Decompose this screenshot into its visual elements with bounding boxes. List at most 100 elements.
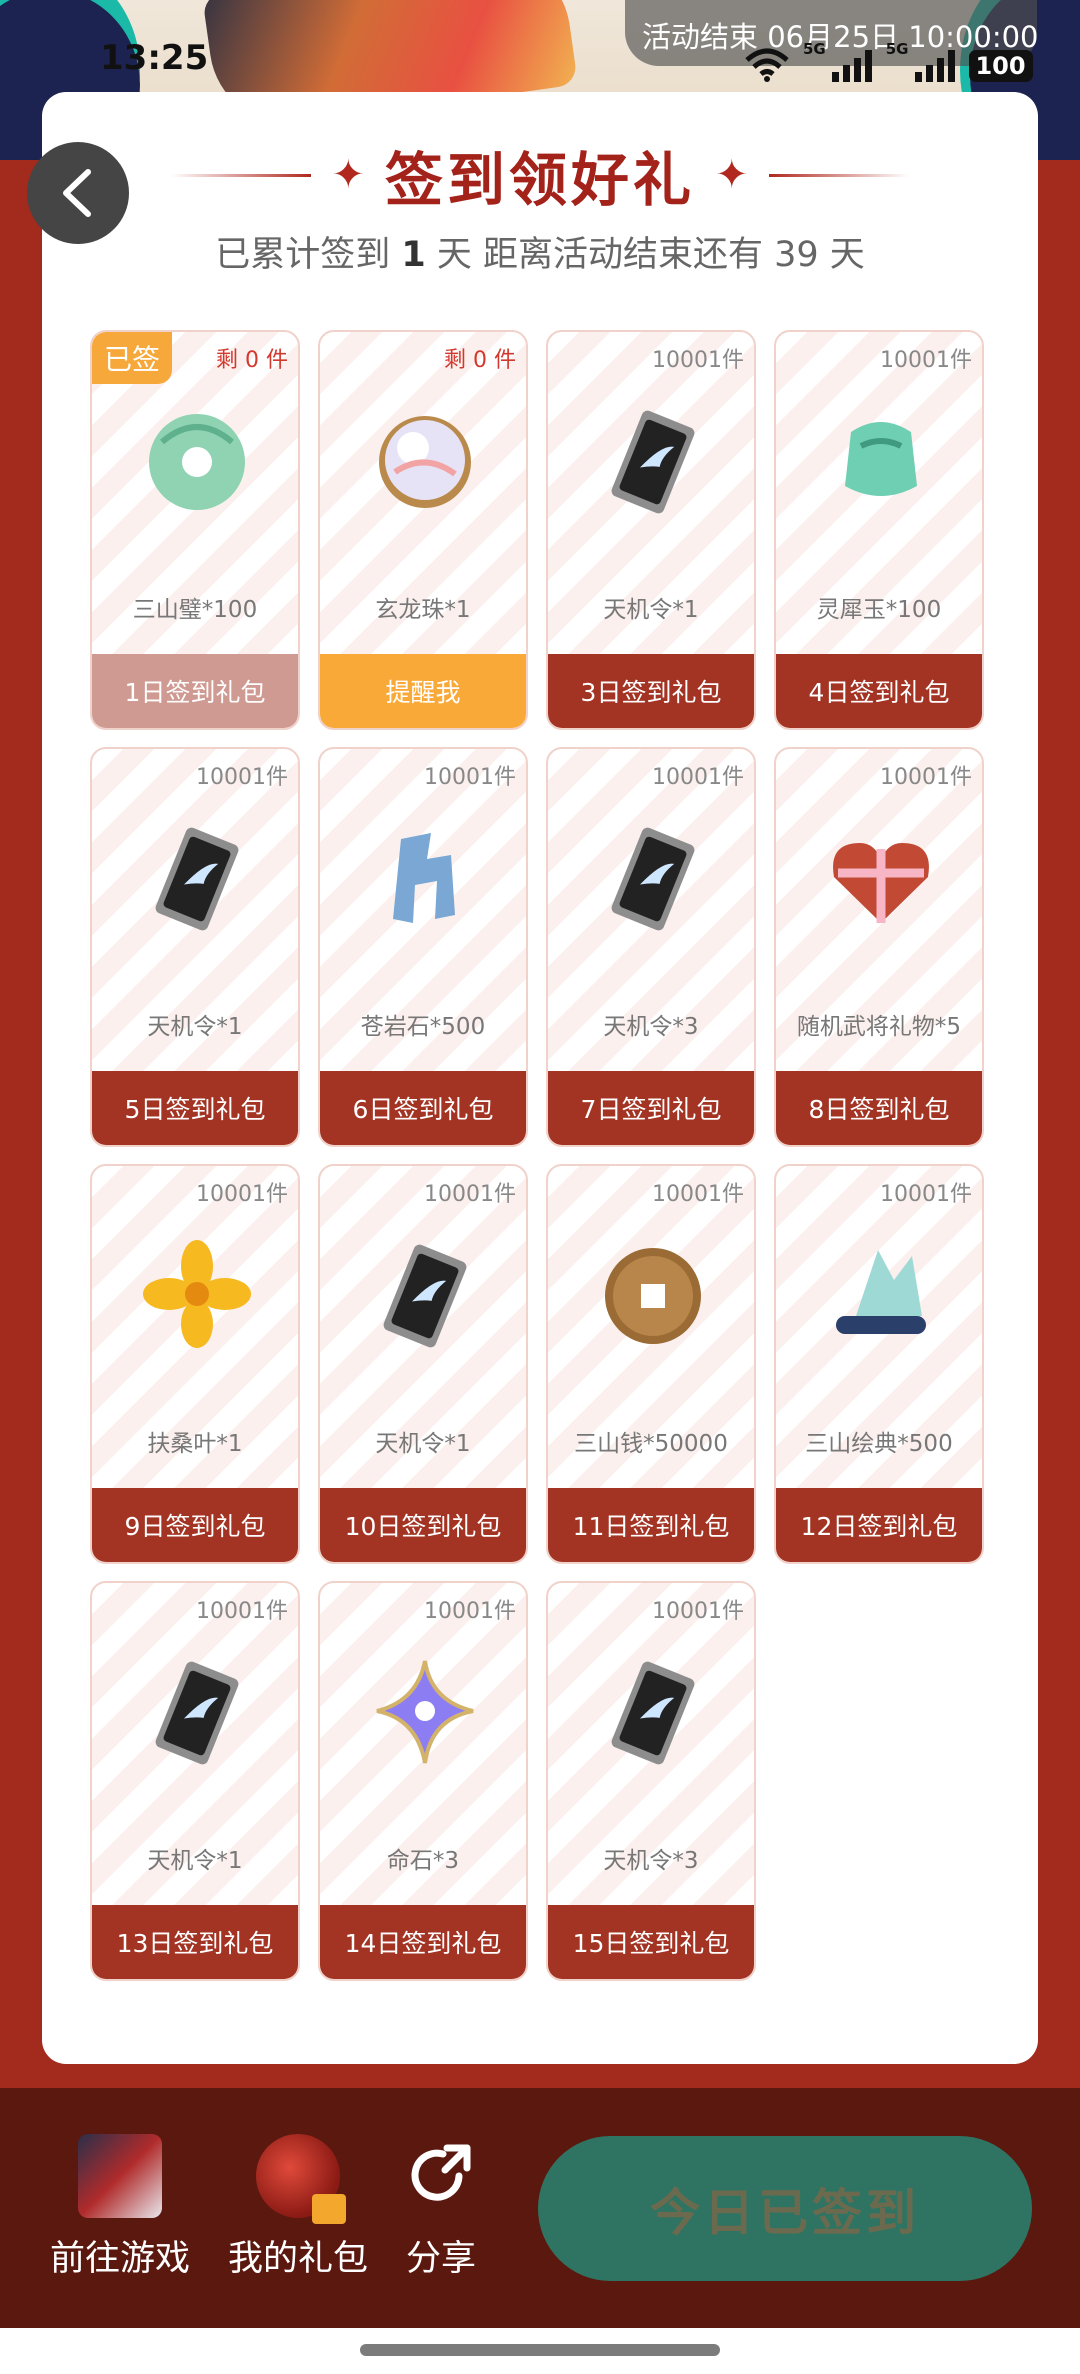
battery-icon: 100 — [968, 50, 1033, 82]
gift-card[interactable]: 10001件灵犀玉*100 4日签到礼包 — [774, 330, 984, 730]
signin-progress: 已累计签到 1 天 距离活动结束还有 39 天 — [0, 226, 1080, 277]
gift-claim-button[interactable]: 11日签到礼包 — [548, 1488, 754, 1562]
chevron-left-icon — [63, 169, 91, 217]
star-gem-icon — [355, 1653, 495, 1773]
gift-claim-button[interactable]: 13日签到礼包 — [92, 1905, 298, 1979]
gift-claim-button[interactable]: 12日签到礼包 — [776, 1488, 982, 1562]
gift-claim-button[interactable]: 7日签到礼包 — [548, 1071, 754, 1145]
gift-claim-button[interactable]: 9日签到礼包 — [92, 1488, 298, 1562]
scroll-icon — [811, 1236, 951, 1356]
gift-claim-button[interactable]: 6日签到礼包 — [320, 1071, 526, 1145]
gift-card[interactable]: 10001件苍岩石*500 6日签到礼包 — [318, 747, 528, 1147]
sparkle-icon: ✦ — [331, 152, 365, 198]
gift-card[interactable]: 剩 0 件玄龙珠*1 提醒我 — [318, 330, 528, 730]
game-avatar-icon — [78, 2134, 162, 2218]
signal-icon — [831, 50, 872, 82]
gift-claim-button[interactable]: 10日签到礼包 — [320, 1488, 526, 1562]
gift-name: 三山钱*50000 — [574, 1431, 728, 1457]
stock-count: 10001件 — [196, 765, 288, 790]
gift-card[interactable]: 10001件天机令*1 10日签到礼包 — [318, 1164, 528, 1564]
title-divider-right — [768, 173, 909, 177]
gift-card[interactable]: 已签 剩 0 件三山璧*100 1日签到礼包 — [90, 330, 300, 730]
gift-card[interactable]: 10001件 随机武将礼物*5 8日签到礼包 — [774, 747, 984, 1147]
stock-count: 10001件 — [652, 1599, 744, 1624]
my-gifts-button[interactable]: 我的礼包 — [223, 2134, 373, 2281]
network-badge-2: 5G — [885, 40, 909, 58]
share-button[interactable]: 分享 — [366, 2134, 516, 2281]
gift-card[interactable]: 10001件天机令*3 7日签到礼包 — [546, 747, 756, 1147]
title-divider-left — [171, 173, 312, 177]
gift-card[interactable]: 10001件三山钱*50000 11日签到礼包 — [546, 1164, 756, 1564]
stock-count: 10001件 — [652, 765, 744, 790]
gift-name: 天机令*1 — [147, 1014, 243, 1040]
signed-today-button[interactable]: 今日已签到 — [538, 2136, 1032, 2281]
stock-count: 10001件 — [196, 1599, 288, 1624]
token-icon — [355, 1236, 495, 1356]
gift-name: 天机令*3 — [603, 1848, 699, 1874]
coin-icon — [583, 1236, 723, 1356]
back-button[interactable] — [27, 142, 129, 244]
status-time: 13:25 — [100, 38, 209, 78]
gift-card[interactable]: 10001件命石*3 14日签到礼包 — [318, 1581, 528, 1981]
gift-card[interactable]: 10001件天机令*1 3日签到礼包 — [546, 330, 756, 730]
gift-name: 三山璧*100 — [132, 597, 258, 623]
token-icon — [583, 1653, 723, 1773]
gift-name: 三山绘典*500 — [805, 1431, 953, 1457]
stock-count: 10001件 — [424, 765, 516, 790]
gift-name: 天机令*3 — [603, 1014, 699, 1040]
stock-count: 10001件 — [424, 1599, 516, 1624]
gift-claim-button[interactable]: 3日签到礼包 — [548, 654, 754, 728]
stock-count: 10001件 — [880, 1182, 972, 1207]
gift-name: 天机令*1 — [603, 597, 699, 623]
stock-count: 10001件 — [652, 1182, 744, 1207]
gift-name: 随机武将礼物*5 — [796, 1014, 962, 1040]
go-game-button[interactable]: 前往游戏 — [45, 2134, 195, 2281]
gift-grid: 已签剩 0 件三山璧*100 1日签到礼包剩 0 件玄龙珠*1 提醒我 10001件天… — [90, 330, 990, 1990]
share-label: 分享 — [405, 2239, 476, 2279]
gift-card[interactable]: 10001件三山绘典*500 12日签到礼包 — [774, 1164, 984, 1564]
title-row: ✦ 签到领好礼 ✦ — [0, 140, 1080, 214]
gift-card[interactable]: 10001件天机令*1 13日签到礼包 — [90, 1581, 300, 1981]
token-icon — [583, 402, 723, 522]
home-indicator[interactable] — [360, 2344, 720, 2356]
page-title: 签到领好礼 — [384, 146, 695, 214]
network-badge: 5G — [803, 40, 826, 58]
gift-name: 苍岩石*500 — [360, 1014, 486, 1040]
gift-claim-button[interactable]: 14日签到礼包 — [320, 1905, 526, 1979]
gift-claim-button[interactable]: 4日签到礼包 — [776, 654, 982, 728]
stock-count: 10001件 — [880, 348, 972, 373]
gift-claim-button[interactable]: 1日签到礼包 — [92, 654, 298, 728]
gift-card[interactable]: 10001件 扶桑叶*1 9日签到礼包 — [90, 1164, 300, 1564]
gift-claim-button[interactable]: 15日签到礼包 — [548, 1905, 754, 1979]
pearl-icon — [355, 402, 495, 522]
gift-claim-button[interactable]: 5日签到礼包 — [92, 1071, 298, 1145]
subtitle-remaining: 天 距离活动结束还有 39 天 — [436, 235, 865, 275]
jade-icon — [811, 402, 951, 522]
stock-count: 10001件 — [424, 1182, 516, 1207]
token-icon — [127, 1653, 267, 1773]
token-icon — [583, 819, 723, 939]
rock-icon — [355, 819, 495, 939]
gift-claim-button[interactable]: 8日签到礼包 — [776, 1071, 982, 1145]
gift-name: 灵犀玉*100 — [816, 597, 942, 623]
stock-count: 剩 0 件 — [216, 348, 288, 373]
gift-name: 天机令*1 — [147, 1848, 243, 1874]
status-icons: 5G 5G 100 — [745, 40, 1033, 82]
gift-card[interactable]: 10001件天机令*1 5日签到礼包 — [90, 747, 300, 1147]
share-icon — [399, 2134, 483, 2218]
jade-disc-icon — [127, 402, 267, 522]
token-icon — [127, 819, 267, 939]
stock-count: 10001件 — [196, 1182, 288, 1207]
go-game-label: 前往游戏 — [49, 2239, 190, 2279]
signed-days-count: 1 — [401, 235, 426, 275]
remind-me-button[interactable]: 提醒我 — [320, 654, 526, 728]
gift-heart-icon — [811, 819, 951, 939]
gift-card[interactable]: 10001件天机令*3 15日签到礼包 — [546, 1581, 756, 1981]
gift-avatar-icon — [256, 2134, 346, 2224]
gift-name: 天机令*1 — [375, 1431, 471, 1457]
signed-badge: 已签 — [92, 332, 172, 384]
stock-count: 10001件 — [652, 348, 744, 373]
subtitle-prefix: 已累计签到 — [215, 235, 391, 275]
my-gifts-label: 我的礼包 — [227, 2239, 368, 2279]
gift-name: 命石*3 — [386, 1848, 460, 1874]
